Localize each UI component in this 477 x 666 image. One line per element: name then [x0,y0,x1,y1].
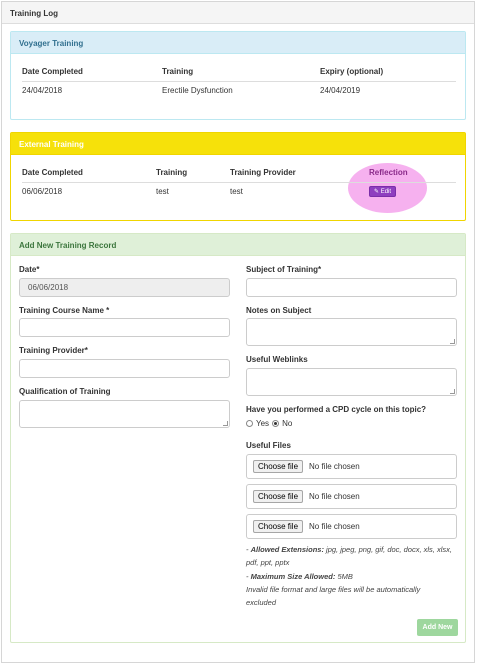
invalid-file-note: Invalid file format and large files will… [246,585,421,607]
no-file-text: No file chosen [309,522,360,531]
resize-handle-icon[interactable] [223,421,228,426]
date-field[interactable]: 06/06/2018 [19,278,230,297]
external-training-title: External Training [11,133,465,155]
choose-file-button[interactable]: Choose file [253,490,304,503]
max-size-label: Maximum Size Allowed: [250,572,336,581]
pencil-icon: ✎ [374,188,380,195]
cpd-yes-label: Yes [256,419,270,428]
file-input-2: Choose file No file chosen [246,484,457,509]
choose-file-button[interactable]: Choose file [253,460,304,473]
subject-field[interactable] [246,278,457,297]
no-file-text: No file chosen [309,462,360,471]
course-name-field[interactable] [19,318,230,337]
weblinks-label: Useful Weblinks [246,355,308,364]
qualification-label: Qualification of Training [19,387,111,396]
qualification-textarea[interactable] [19,400,230,428]
voyager-training-table: Date Completed Training Expiry (optional… [22,63,456,99]
column-header: Expiry (optional) [320,63,456,82]
table-row: 06/06/2018 test test ✎ Edit [22,182,456,200]
date-label: Date* [19,265,40,274]
edit-label: Edit [380,188,392,195]
training-provider-label: Training Provider* [19,346,88,355]
useful-files-label: Useful Files [246,441,291,450]
cpd-no-radio[interactable] [272,420,280,427]
training-provider-field[interactable] [19,359,230,378]
cpd-radio-group: Yes No [246,419,292,428]
table-row: 24/04/2018 Erectile Dysfunction 24/04/20… [22,81,456,99]
add-training-title: Add New Training Record [11,234,465,256]
notes-textarea[interactable] [246,318,457,346]
max-size-note: - Maximum Size Allowed: 5MB [246,572,353,581]
table-cell: ✎ Edit [369,182,456,200]
table-cell: 24/04/2019 [320,85,361,95]
voyager-training-panel: Voyager Training Date Completed Training… [10,31,466,120]
allowed-extensions-note: - Allowed Extensions: jpg, jpeg, png, gi… [246,545,452,567]
column-header: Training [162,63,320,82]
voyager-training-title: Voyager Training [11,32,465,54]
edit-reflection-button[interactable]: ✎ Edit [369,185,397,197]
file-input-1: Choose file No file chosen [246,454,457,479]
weblinks-textarea[interactable] [246,368,457,396]
choose-file-button[interactable]: Choose file [253,520,304,533]
resize-handle-icon[interactable] [450,339,455,344]
column-header-reflection: Reflection [369,164,456,183]
resize-handle-icon[interactable] [450,389,455,394]
table-cell: test [156,186,169,196]
column-header: Date Completed [22,164,156,183]
table-cell: 24/04/2018 [22,85,63,95]
file-input-3: Choose file No file chosen [246,514,457,539]
page-title: Training Log [2,2,474,24]
external-training-table: Date Completed Training Training Provide… [22,164,456,200]
column-header: Training Provider [230,164,369,183]
table-cell: test [230,186,243,196]
max-size-value: 5MB [337,572,353,581]
table-cell: 06/06/2018 [22,186,63,196]
add-new-button[interactable]: Add New [417,619,458,636]
column-header: Training [156,164,230,183]
course-name-label: Training Course Name * [19,306,110,315]
notes-label: Notes on Subject [246,306,312,315]
allowed-extensions-label: Allowed Extensions: [250,545,324,554]
table-cell: Erectile Dysfunction [162,85,233,95]
cpd-no-label: No [282,419,293,428]
column-header: Date Completed [22,63,162,82]
no-file-text: No file chosen [309,492,360,501]
cpd-question: Have you performed a CPD cycle on this t… [246,405,427,414]
cpd-yes-radio[interactable] [246,420,253,427]
subject-label: Subject of Training* [246,265,322,274]
